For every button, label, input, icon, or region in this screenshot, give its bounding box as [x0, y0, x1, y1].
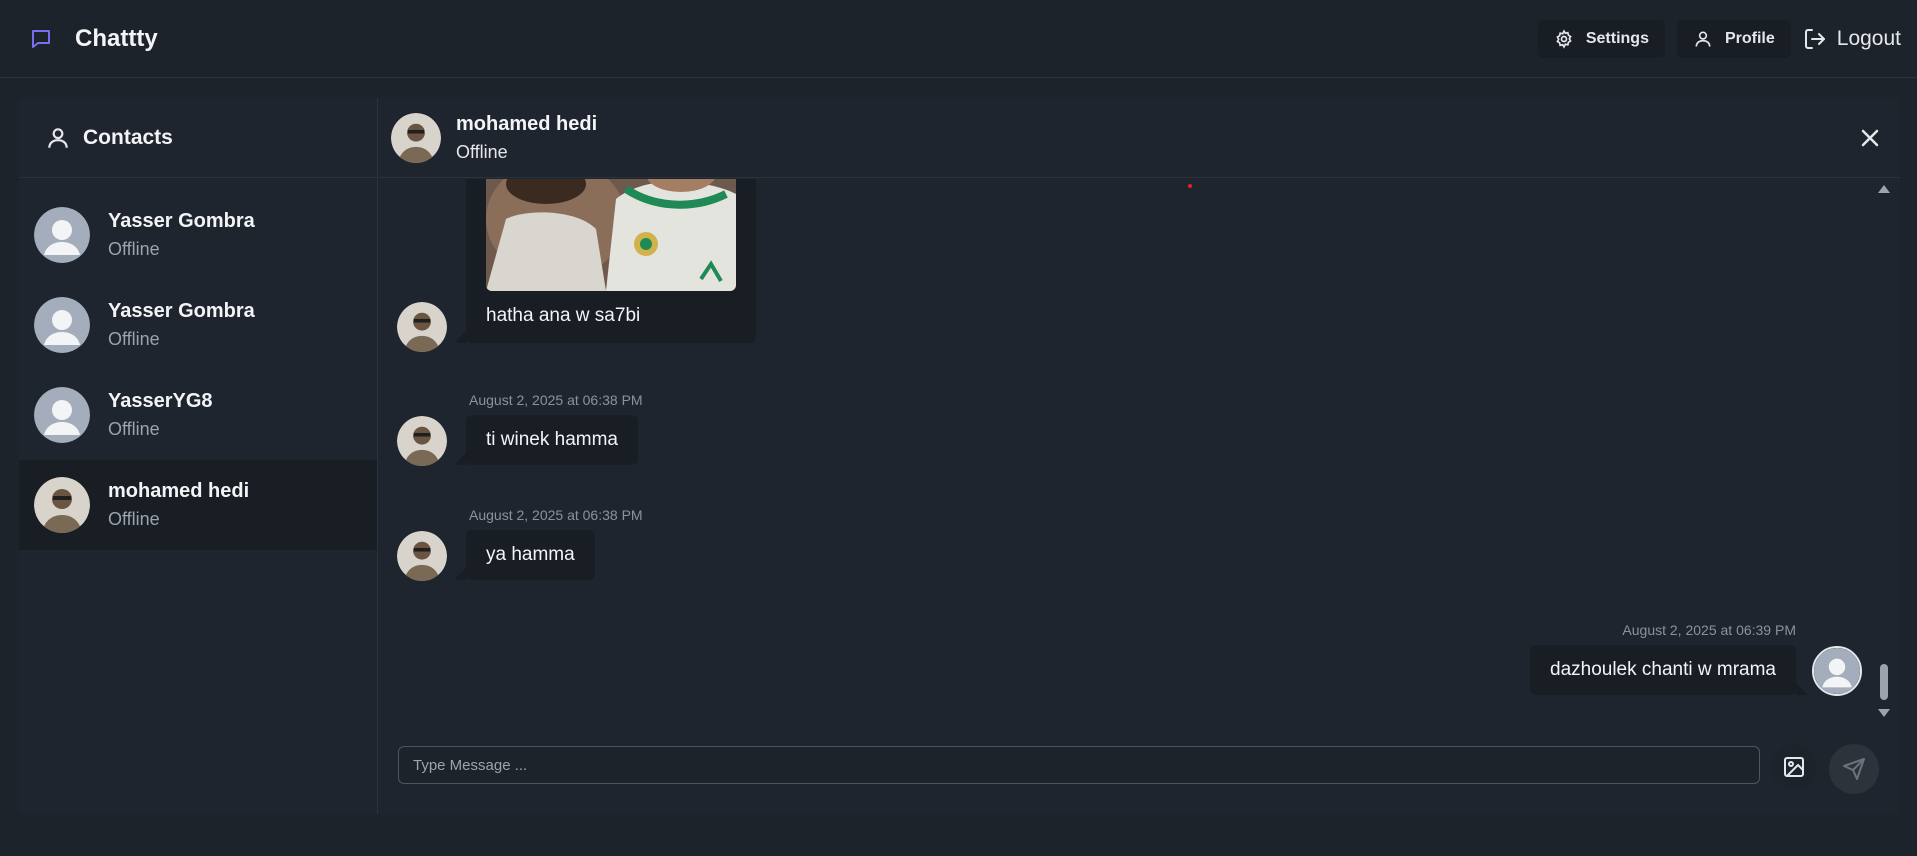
contact-item-active[interactable]: mohamed hedi Offline — [19, 460, 377, 550]
contact-name: Yasser Gombra — [108, 300, 255, 322]
photo-avatar — [397, 531, 447, 581]
image-icon — [1784, 757, 1804, 777]
gear-icon — [1556, 29, 1572, 49]
user-icon — [1695, 31, 1711, 47]
contact-item[interactable]: YasserYG8 Offline — [19, 370, 377, 460]
default-avatar — [34, 297, 90, 353]
scrollbar-thumb[interactable] — [1880, 664, 1888, 700]
message-input[interactable] — [398, 746, 1760, 784]
settings-button[interactable]: Settings — [1537, 20, 1665, 58]
photo-avatar — [397, 416, 447, 466]
contact-name: YasserYG8 — [108, 390, 213, 412]
message-list[interactable]: hatha ana w sa7bi August 2, 2025 at 06:3… — [379, 179, 1900, 719]
default-avatar — [34, 207, 90, 263]
contact-item[interactable]: Yasser Gombra Offline — [19, 280, 377, 370]
message-bubble: dazhoulek chanti w mrama — [1530, 645, 1808, 695]
scroll-up-arrow-icon[interactable] — [1878, 185, 1890, 193]
message-timestamp: August 2, 2025 at 06:38 PM — [469, 392, 643, 408]
photo-avatar — [34, 477, 90, 533]
default-avatar — [1812, 646, 1862, 696]
cursor-dot — [1188, 184, 1192, 188]
photo-avatar — [397, 302, 447, 352]
message-composer — [379, 744, 1900, 806]
contact-status: Offline — [108, 329, 160, 349]
contact-list: Yasser Gombra Offline Yasser Gombra Offl… — [19, 178, 377, 550]
message-text: dazhoulek chanti w mrama — [1550, 659, 1776, 680]
close-icon[interactable] — [1858, 126, 1882, 150]
chat-contact-name: mohamed hedi — [456, 112, 598, 135]
send-icon — [1843, 758, 1865, 780]
default-avatar — [34, 387, 90, 443]
message-timestamp: August 2, 2025 at 06:38 PM — [469, 507, 643, 523]
message-text: ya hamma — [486, 544, 575, 565]
profile-button[interactable]: Profile — [1676, 20, 1791, 58]
scroll-down-arrow-icon[interactable] — [1878, 709, 1890, 717]
brand[interactable]: Chattty — [29, 25, 158, 53]
contact-status: Offline — [108, 419, 160, 439]
logout-label: Logout — [1836, 27, 1901, 50]
chat-bubble-icon — [32, 29, 50, 48]
image-message-bubble: hatha ana w sa7bi — [454, 179, 756, 343]
sidebar-title: Contacts — [83, 125, 173, 149]
contact-status: Offline — [108, 239, 160, 259]
message-image[interactable] — [486, 179, 736, 291]
message-text: hatha ana w sa7bi — [486, 305, 641, 326]
contact-name: Yasser Gombra — [108, 210, 255, 232]
message-bubble: ya hamma — [454, 530, 595, 580]
contacts-sidebar: Contacts Yasser Gombra Offline Yasser Go… — [19, 98, 378, 814]
send-button[interactable] — [1829, 744, 1879, 794]
app-name: Chattty — [75, 24, 158, 52]
sidebar-header: Contacts — [19, 98, 377, 178]
settings-label: Settings — [1585, 30, 1649, 47]
photo-avatar — [391, 112, 441, 163]
contact-name: mohamed hedi — [108, 480, 250, 502]
chat-contact-status: Offline — [456, 141, 508, 162]
logout-button[interactable]: Logout — [1803, 27, 1901, 51]
chat-header: mohamed hedi Offline — [379, 98, 1900, 178]
user-icon — [48, 127, 68, 148]
attach-image-button[interactable] — [1771, 744, 1817, 790]
top-navbar: Chattty Settings Profile Logout — [0, 0, 1917, 78]
logout-icon — [1804, 29, 1825, 49]
chat-container: Contacts Yasser Gombra Offline Yasser Go… — [19, 98, 1900, 814]
contact-status: Offline — [108, 509, 160, 529]
message-bubble: ti winek hamma — [454, 415, 638, 465]
contact-item[interactable]: Yasser Gombra Offline — [19, 190, 377, 280]
message-timestamp: August 2, 2025 at 06:39 PM — [1622, 622, 1796, 638]
message-text: ti winek hamma — [486, 429, 618, 450]
profile-label: Profile — [1724, 30, 1775, 47]
chat-panel: mohamed hedi Offline hatha ana w sa7bi A… — [379, 98, 1900, 814]
